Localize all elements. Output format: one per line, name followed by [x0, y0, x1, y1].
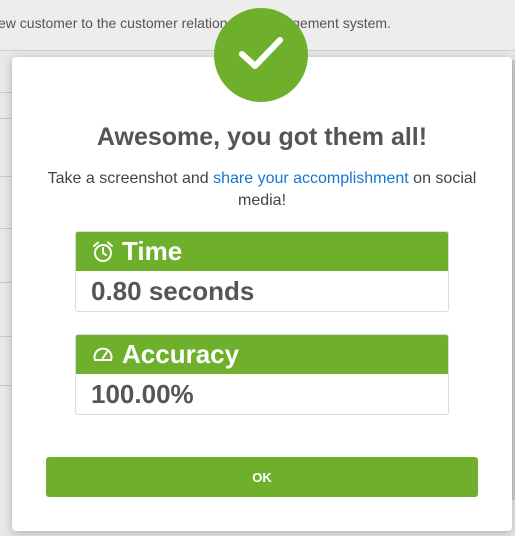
alarm-clock-icon	[92, 241, 114, 263]
time-stat-header: Time	[76, 232, 448, 271]
checkmark-icon	[236, 33, 286, 78]
background-header-text: ew customer to the customer relationship…	[0, 15, 391, 31]
ok-button[interactable]: OK	[46, 457, 478, 497]
modal-subtitle: Take a screenshot and share your accompl…	[42, 168, 482, 212]
share-accomplishment-link[interactable]: share your accomplishment	[213, 170, 409, 187]
time-stat-label: Time	[122, 236, 183, 266]
subtitle-text-before: Take a screenshot and	[47, 170, 214, 187]
modal-title: Awesome, you got them all!	[96, 123, 428, 151]
time-stat-card: Time 0.80 seconds	[75, 231, 449, 312]
accuracy-stat-card: Accuracy 100.00%	[75, 334, 449, 415]
speedometer-icon	[92, 344, 114, 366]
accuracy-stat-header: Accuracy	[76, 335, 448, 374]
accuracy-stat-label: Accuracy	[122, 339, 240, 369]
accuracy-stat-value: 100.00%	[91, 378, 194, 409]
time-stat-value: 0.80 seconds	[91, 275, 255, 306]
success-badge	[214, 8, 308, 102]
